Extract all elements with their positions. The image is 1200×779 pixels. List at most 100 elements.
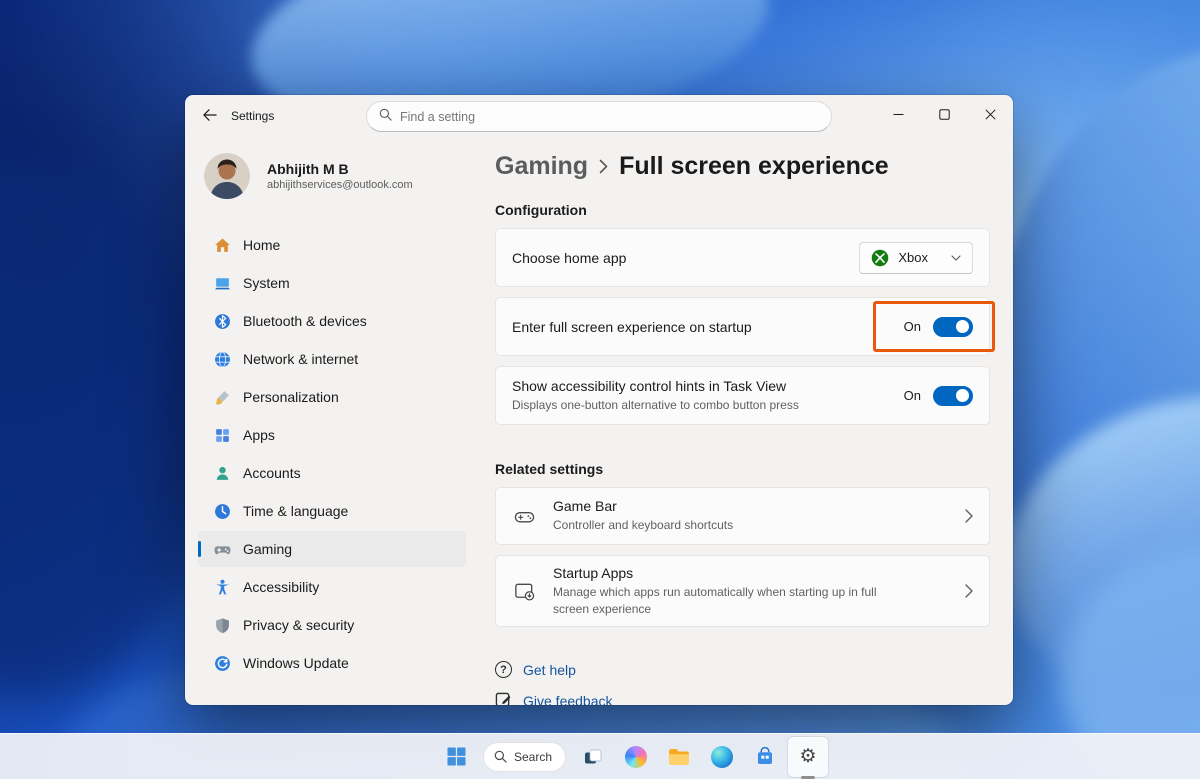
home-app-dropdown[interactable]: Xbox <box>859 242 973 274</box>
settings-sidebar: Abhijith M B abhijithservices@outlook.co… <box>185 137 485 705</box>
accounts-icon <box>214 465 231 482</box>
search-icon <box>494 750 507 763</box>
game-bar-icon <box>512 504 536 528</box>
store-icon <box>755 747 775 767</box>
startup-apps-description: Manage which apps run automatically when… <box>553 584 913 616</box>
maximize-button[interactable] <box>921 95 967 133</box>
settings-window: Settings <box>185 95 1013 705</box>
sidebar-item-apps[interactable]: Apps <box>198 417 466 453</box>
accessibility-hints-toggle[interactable] <box>933 386 973 406</box>
give-feedback-link[interactable]: Give feedback <box>495 692 613 705</box>
choose-home-app-label: Choose home app <box>512 250 626 266</box>
fullscreen-startup-state: On <box>904 319 921 334</box>
start-button[interactable] <box>436 737 476 777</box>
sidebar-item-label: Home <box>243 237 280 253</box>
avatar <box>204 153 250 199</box>
sidebar-item-accounts[interactable]: Accounts <box>198 455 466 491</box>
copilot-button[interactable] <box>616 737 656 777</box>
selected-indicator <box>198 541 201 557</box>
close-button[interactable] <box>967 95 1013 133</box>
sidebar-item-network-internet[interactable]: Network & internet <box>198 341 466 377</box>
sidebar-item-bluetooth-devices[interactable]: Bluetooth & devices <box>198 303 466 339</box>
sidebar-item-label: Windows Update <box>243 655 349 671</box>
sidebar-item-privacy-security[interactable]: Privacy & security <box>198 607 466 643</box>
sidebar-item-gaming[interactable]: Gaming <box>198 531 466 567</box>
sidebar-item-label: System <box>243 275 290 291</box>
sidebar-item-label: Accounts <box>243 465 301 481</box>
chevron-down-icon <box>951 255 961 261</box>
taskbar-search-label: Search <box>514 750 552 764</box>
personalization-icon <box>214 389 231 406</box>
sidebar-item-label: Time & language <box>243 503 348 519</box>
app-title: Settings <box>231 109 274 123</box>
search-input[interactable] <box>400 110 819 124</box>
task-view-icon <box>583 747 603 767</box>
gaming-icon <box>214 541 231 558</box>
game-bar-row[interactable]: Game Bar Controller and keyboard shortcu… <box>495 487 990 545</box>
taskbar-search[interactable]: Search <box>483 742 566 772</box>
startup-apps-row[interactable]: Startup Apps Manage which apps run autom… <box>495 555 990 627</box>
configuration-heading: Configuration <box>495 202 990 218</box>
breadcrumb-separator-icon <box>599 159 608 174</box>
sidebar-item-label: Apps <box>243 427 275 443</box>
game-bar-description: Controller and keyboard shortcuts <box>553 517 733 533</box>
sidebar-item-accessibility[interactable]: Accessibility <box>198 569 466 605</box>
breadcrumb-parent[interactable]: Gaming <box>495 150 588 182</box>
game-bar-title: Game Bar <box>553 498 733 514</box>
home-app-value: Xbox <box>898 250 928 265</box>
fullscreen-startup-row: Enter full screen experience on startup … <box>495 297 990 356</box>
gear-icon: ⚙ <box>799 747 816 766</box>
get-help-label: Get help <box>523 662 576 678</box>
titlebar: Settings <box>185 95 1013 137</box>
apps-icon <box>214 427 231 444</box>
settings-search-box[interactable] <box>366 101 832 132</box>
get-help-link[interactable]: ? Get help <box>495 661 576 678</box>
network-icon <box>214 351 231 368</box>
fullscreen-startup-toggle[interactable] <box>933 317 973 337</box>
sidebar-item-home[interactable]: Home <box>198 227 466 263</box>
choose-home-app-row: Choose home app Xbox <box>495 228 990 287</box>
game-bar-text: Game Bar Controller and keyboard shortcu… <box>553 498 733 533</box>
accessibility-hints-row: Show accessibility control hints in Task… <box>495 366 990 425</box>
user-name: Abhijith M B <box>267 161 413 177</box>
desktop: Settings <box>0 0 1200 779</box>
settings-taskbar-button[interactable]: ⚙ <box>788 737 828 777</box>
edge-icon <box>711 746 733 768</box>
sidebar-item-time-language[interactable]: Time & language <box>198 493 466 529</box>
store-button[interactable] <box>745 737 785 777</box>
startup-apps-icon <box>512 579 536 603</box>
wallpaper-petal <box>0 160 210 700</box>
help-icon: ? <box>495 661 512 678</box>
privacy-icon <box>214 617 231 634</box>
xbox-icon <box>871 249 889 267</box>
breadcrumb-current: Full screen experience <box>619 150 889 182</box>
sidebar-item-windows-update[interactable]: Windows Update <box>198 645 466 681</box>
user-email: abhijithservices@outlook.com <box>267 179 413 191</box>
taskbar: Search <box>0 733 1200 779</box>
settings-main: Gaming Full screen experience Configurat… <box>485 137 1013 705</box>
accessibility-hints-text: Show accessibility control hints in Task… <box>512 378 799 413</box>
sidebar-item-personalization[interactable]: Personalization <box>198 379 466 415</box>
give-feedback-label: Give feedback <box>523 693 613 706</box>
feedback-icon <box>495 692 512 705</box>
taskbar-center: Search <box>436 737 828 777</box>
edge-button[interactable] <box>702 737 742 777</box>
sidebar-item-label: Privacy & security <box>243 617 354 633</box>
window-controls <box>875 95 1013 137</box>
breadcrumb: Gaming Full screen experience <box>495 150 990 182</box>
task-view-button[interactable] <box>573 737 613 777</box>
chevron-right-icon <box>965 584 973 598</box>
file-explorer-button[interactable] <box>659 737 699 777</box>
minimize-button[interactable] <box>875 95 921 133</box>
sidebar-item-system[interactable]: System <box>198 265 466 301</box>
back-arrow-icon <box>202 108 217 125</box>
account-section[interactable]: Abhijith M B abhijithservices@outlook.co… <box>204 153 485 199</box>
windows-logo-icon <box>446 747 465 766</box>
sidebar-item-label: Gaming <box>243 541 292 557</box>
search-icon <box>379 108 392 126</box>
fullscreen-startup-label: Enter full screen experience on startup <box>512 319 752 335</box>
sidebar-nav: Home System Bluetooth <box>185 227 485 681</box>
account-text: Abhijith M B abhijithservices@outlook.co… <box>267 161 413 191</box>
accessibility-hints-state: On <box>904 388 921 403</box>
back-button[interactable] <box>193 101 225 131</box>
